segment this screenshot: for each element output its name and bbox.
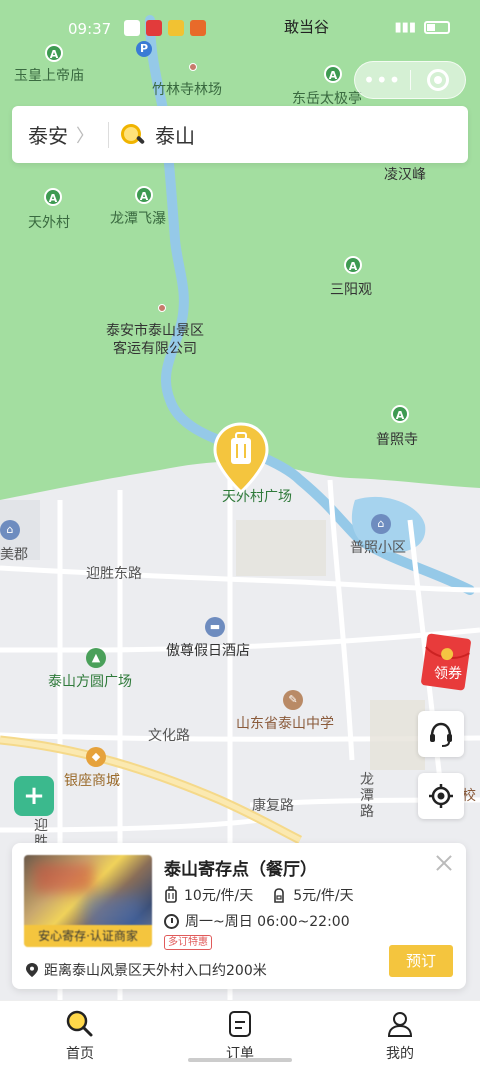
tab-home-label: 首页: [66, 1046, 94, 1062]
scenic-pin-icon: A: [44, 188, 62, 206]
tab-profile[interactable]: 我的: [320, 1001, 480, 1066]
hotel-poi-icon: ▬: [205, 617, 225, 637]
notification-icons: [124, 20, 206, 36]
suitcase-icon: [165, 886, 177, 903]
scenic-pin-icon: A: [344, 256, 362, 274]
store-name: 泰山寄存点（餐厅）: [164, 860, 317, 880]
store-photo: 安心寄存·认证商家: [24, 855, 152, 947]
search-icon: [121, 123, 143, 146]
road-kangfu: 康复路: [252, 798, 294, 814]
signal-icon: ▮▮▮: [394, 20, 416, 35]
scenic-pin-icon: A: [324, 65, 342, 83]
discount-tag: 多订特惠: [164, 935, 212, 950]
poi-meijun[interactable]: 美郡: [0, 546, 28, 564]
tab-home[interactable]: 首页: [0, 1001, 160, 1066]
park-poi-icon: ▲: [86, 648, 106, 668]
poi-puzhao[interactable]: 普照寺: [376, 431, 418, 449]
poi-keyun[interactable]: 泰安市泰山景区 客运有限公司: [106, 322, 204, 358]
locate-button[interactable]: [418, 773, 464, 819]
tab-orders[interactable]: 订单: [160, 1001, 320, 1066]
search-divider: [108, 121, 109, 148]
parking-icon: P: [136, 41, 152, 57]
miniprogram-capsule: •••: [354, 61, 466, 99]
book-button[interactable]: 预订: [389, 945, 453, 977]
poi-zhongxue[interactable]: 山东省泰山中学: [236, 715, 334, 733]
price-row: 10元/件/天 5元/件/天: [164, 885, 354, 905]
certified-badge: 安心寄存·认证商家: [24, 925, 152, 947]
home-poi-icon: ⌂: [371, 514, 391, 534]
safety-guarantee-button[interactable]: +: [14, 776, 54, 816]
close-miniprogram-button[interactable]: [410, 69, 465, 91]
scenic-pin-icon: A: [135, 186, 153, 204]
bottom-tab-bar: 首页 订单 我的: [0, 1000, 480, 1066]
home-indicator: [188, 1058, 292, 1062]
system-status-icons: ▮▮▮: [395, 20, 450, 35]
target-icon: [426, 69, 449, 91]
customer-service-button[interactable]: [418, 711, 464, 757]
mall-poi-icon: ◆: [86, 747, 106, 767]
status-bar: 09:37 敢当谷 ▮▮▮: [0, 0, 480, 40]
order-icon: [229, 1011, 251, 1037]
home-poi-icon: ⌂: [0, 520, 20, 540]
scenic-pin-icon: A: [45, 44, 63, 62]
road-wenhua: 文化路: [148, 728, 190, 744]
poi-fangyuan[interactable]: 泰山方圆广场: [48, 673, 132, 691]
price-bag: 5元/件/天: [293, 888, 354, 904]
profile-icon: [387, 1012, 413, 1037]
store-card[interactable]: 安心寄存·认证商家 泰山寄存点（餐厅） 10元/件/天 5元/件/天 周一~周日…: [12, 843, 466, 989]
search-icon: [66, 1010, 93, 1037]
clock-icon: [164, 913, 179, 929]
app-notification-icon: [190, 20, 206, 36]
close-card-icon[interactable]: [434, 853, 454, 873]
tab-profile-label: 我的: [386, 1046, 414, 1062]
road-yingsheng: 迎胜东路: [86, 566, 142, 582]
chevron-right-icon: 〉: [76, 125, 94, 147]
locate-icon: [429, 784, 453, 808]
poi-aozun[interactable]: 傲尊假日酒店: [166, 642, 250, 660]
school-poi-icon: ✎: [283, 690, 303, 710]
poi-yuhuang[interactable]: 玉皇上帝庙: [14, 67, 84, 85]
more-options-button[interactable]: •••: [355, 68, 410, 92]
storage-location-marker[interactable]: [212, 422, 270, 494]
location-pin-icon: [26, 963, 38, 977]
app-notification-icon: [124, 20, 140, 36]
city-selector[interactable]: 泰安 〉: [28, 120, 94, 149]
battery-icon: [424, 21, 450, 34]
poi-sanyang[interactable]: 三阳观: [330, 281, 372, 299]
hours-row: 周一~周日 06:00~22:00: [164, 911, 350, 931]
distance-row: 距离泰山风景区天外村入口约200米: [26, 960, 267, 980]
headset-icon: [430, 722, 452, 747]
poi-tianwai[interactable]: 天外村: [28, 214, 70, 232]
coupon-label: 领券: [434, 666, 462, 682]
backpack-icon: [274, 888, 285, 903]
status-time: 09:37: [68, 20, 112, 38]
poi-school-partial[interactable]: 校: [462, 787, 476, 805]
coupon-button[interactable]: 领券: [418, 632, 474, 692]
app-notification-icon: [146, 20, 162, 36]
status-carrier: 敢当谷: [284, 18, 330, 36]
poi-longtan[interactable]: 龙潭飞瀑: [110, 210, 166, 228]
price-luggage: 10元/件/天: [184, 888, 254, 904]
poi-zhulin[interactable]: 竹林寺林场: [152, 81, 222, 99]
search-input[interactable]: 泰山: [155, 120, 195, 149]
city-name: 泰安: [28, 124, 68, 148]
search-bar: 泰安 〉 泰山: [12, 106, 468, 163]
distance-text: 距离泰山风景区天外村入口约200米: [44, 963, 267, 979]
poi-puzhao-xiaoqu[interactable]: 普照小区: [350, 539, 406, 557]
poi-linghan[interactable]: 凌汉峰: [384, 166, 426, 184]
shield-plus-icon: +: [23, 781, 45, 811]
scenic-pin-icon: A: [391, 405, 409, 423]
road-longtan: 龙 潭 路: [360, 772, 374, 820]
poi-dot-icon: [158, 304, 166, 312]
opening-hours: 周一~周日 06:00~22:00: [185, 914, 350, 930]
app-notification-icon: [168, 20, 184, 36]
poi-dot-icon: [189, 63, 197, 71]
poi-yinzuo[interactable]: 银座商城: [64, 772, 120, 790]
